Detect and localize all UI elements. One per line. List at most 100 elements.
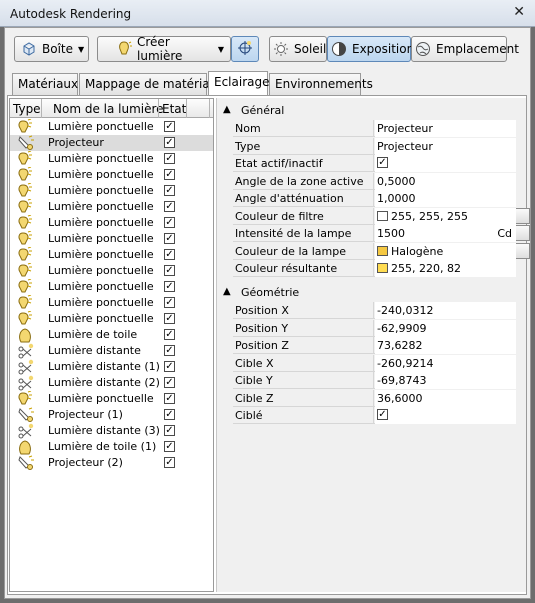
light-state-checkbox[interactable]: ✓ xyxy=(164,457,175,468)
property-value[interactable]: 0,5000 xyxy=(375,172,516,190)
property-value-text: 1,0000 xyxy=(377,192,416,205)
property-value[interactable]: Projecteur xyxy=(375,137,516,155)
light-row[interactable]: Lumière de toile (1) ✓ xyxy=(10,439,213,455)
target-light-button[interactable] xyxy=(231,36,259,62)
light-state-checkbox[interactable]: ✓ xyxy=(164,185,175,196)
property-value[interactable]: Projecteur xyxy=(375,120,516,137)
light-row[interactable]: Lumière ponctuelle ✓ xyxy=(10,150,213,167)
tab-material-mapping[interactable]: Mappage de matériaux xyxy=(79,73,224,95)
light-row[interactable]: Lumière ponctuelle ✓ xyxy=(10,390,213,407)
property-checkbox[interactable]: ✓ xyxy=(377,157,388,168)
box-dropdown-button[interactable]: Boîte ▼ xyxy=(14,36,89,62)
sun-button[interactable]: Soleil xyxy=(269,36,327,62)
light-row[interactable]: Lumière de toile ✓ xyxy=(10,327,213,343)
light-row[interactable]: Lumière ponctuelle ✓ xyxy=(10,214,213,231)
light-state-checkbox[interactable]: ✓ xyxy=(164,265,175,276)
light-state-checkbox[interactable]: ✓ xyxy=(164,153,175,164)
property-row: Couleur résultante 255, 220, 82 xyxy=(233,260,516,277)
section-general[interactable]: ▲ Général xyxy=(217,101,527,119)
light-row[interactable]: Lumière ponctuelle ✓ xyxy=(10,230,213,247)
light-state-checkbox[interactable]: ✓ xyxy=(164,201,175,212)
light-state-checkbox[interactable]: ✓ xyxy=(164,281,175,292)
light-row[interactable]: Lumière distante (1) ✓ xyxy=(10,359,213,375)
light-state-checkbox[interactable]: ✓ xyxy=(164,409,175,420)
light-name: Lumière ponctuelle xyxy=(48,296,154,309)
tab-materials[interactable]: Matériaux xyxy=(12,73,78,95)
light-state-checkbox[interactable]: ✓ xyxy=(164,425,175,436)
light-state-checkbox[interactable]: ✓ xyxy=(164,297,175,308)
column-header-name[interactable]: Nom de la lumière xyxy=(53,102,164,116)
property-value[interactable]: ✓ xyxy=(375,155,516,172)
property-value[interactable]: -260,9214 xyxy=(375,354,516,372)
light-row[interactable]: Projecteur (2) ✓ xyxy=(10,455,213,471)
column-header-type[interactable]: Type xyxy=(13,102,41,116)
property-row: Cible Z 36,6000 xyxy=(233,389,516,407)
light-state-checkbox[interactable]: ✓ xyxy=(164,441,175,452)
light-row[interactable]: Lumière distante (2) ✓ xyxy=(10,375,213,391)
color-swatch xyxy=(377,245,388,256)
create-light-dropdown-button[interactable]: Créer lumière ▼ xyxy=(97,35,231,63)
property-value[interactable]: Halogène xyxy=(375,242,516,260)
light-row[interactable]: Lumière ponctuelle ✓ xyxy=(10,310,213,327)
property-value[interactable]: 73,6282 xyxy=(375,337,516,354)
light-state-checkbox[interactable]: ✓ xyxy=(164,361,175,372)
browse-button[interactable] xyxy=(514,207,530,224)
light-state-checkbox[interactable]: ✓ xyxy=(164,217,175,228)
light-row[interactable]: Lumière ponctuelle ✓ xyxy=(10,262,213,279)
light-state-checkbox[interactable]: ✓ xyxy=(164,345,175,356)
property-value[interactable]: ✓ xyxy=(375,407,516,424)
light-state-checkbox[interactable]: ✓ xyxy=(164,377,175,388)
light-row[interactable]: Lumière ponctuelle ✓ xyxy=(10,182,213,199)
property-value[interactable]: 255, 255, 255 xyxy=(375,207,516,225)
close-icon[interactable]: ✕ xyxy=(513,4,525,20)
light-state-checkbox[interactable]: ✓ xyxy=(164,169,175,180)
point-light-icon xyxy=(17,390,35,407)
collapse-icon: ▲ xyxy=(223,286,231,297)
exposure-button[interactable]: Exposition xyxy=(327,36,415,62)
light-row[interactable]: Lumière distante ✓ xyxy=(10,343,213,359)
point-light-icon xyxy=(17,262,35,279)
property-value[interactable]: 255, 220, 82 xyxy=(375,260,516,277)
section-geometry[interactable]: ▲ Géométrie xyxy=(217,283,527,301)
light-row[interactable]: Projecteur (1) ✓ xyxy=(10,407,213,423)
light-state-checkbox[interactable]: ✓ xyxy=(164,329,175,340)
light-state-checkbox[interactable]: ✓ xyxy=(164,233,175,244)
property-value-text: Projecteur xyxy=(377,139,433,153)
light-row[interactable]: Lumière ponctuelle ✓ xyxy=(10,166,213,183)
property-value[interactable]: -62,9909 xyxy=(375,319,516,337)
column-header-state[interactable]: Etat xyxy=(162,102,186,116)
tab-lighting[interactable]: Eclairage xyxy=(208,71,270,95)
light-name: Lumière ponctuelle xyxy=(48,248,154,261)
light-state-checkbox[interactable]: ✓ xyxy=(164,137,175,148)
light-row[interactable]: Lumière ponctuelle ✓ xyxy=(10,118,213,135)
property-label: Cible Z xyxy=(233,389,374,407)
property-value[interactable]: -69,8743 xyxy=(375,372,516,389)
point-light-icon xyxy=(17,118,35,135)
tab-environments[interactable]: Environnements xyxy=(269,73,373,95)
sun-label: Soleil xyxy=(294,42,327,56)
property-label: Couleur de la lampe xyxy=(233,242,374,260)
property-value[interactable]: 1500 Cd xyxy=(375,225,516,242)
properties-panel: ▲ Général Nom Projecteur Type Projecteur Eta… xyxy=(216,98,530,592)
light-row[interactable]: Lumière distante (3) ✓ xyxy=(10,423,213,439)
light-row[interactable]: Lumière ponctuelle ✓ xyxy=(10,278,213,295)
light-state-checkbox[interactable]: ✓ xyxy=(164,313,175,324)
property-value[interactable]: 36,6000 xyxy=(375,389,516,407)
browse-button[interactable] xyxy=(514,242,530,259)
light-state-checkbox[interactable]: ✓ xyxy=(164,121,175,132)
light-row[interactable]: Lumière ponctuelle ✓ xyxy=(10,294,213,311)
light-name: Lumière ponctuelle xyxy=(48,312,154,325)
exposure-label: Exposition xyxy=(352,42,415,56)
property-row: Cible X -260,9214 xyxy=(233,354,516,372)
property-value[interactable]: 1,0000 xyxy=(375,190,516,207)
browse-button[interactable] xyxy=(514,225,530,241)
property-checkbox[interactable]: ✓ xyxy=(377,409,388,420)
point-light-icon xyxy=(17,150,35,167)
light-state-checkbox[interactable]: ✓ xyxy=(164,393,175,404)
location-button[interactable]: Emplacement xyxy=(411,36,519,62)
light-state-checkbox[interactable]: ✓ xyxy=(164,249,175,260)
light-row[interactable]: Projecteur ✓ xyxy=(10,135,213,151)
light-row[interactable]: Lumière ponctuelle ✓ xyxy=(10,246,213,263)
light-row[interactable]: Lumière ponctuelle ✓ xyxy=(10,198,213,215)
property-value[interactable]: -240,0312 xyxy=(375,302,516,319)
